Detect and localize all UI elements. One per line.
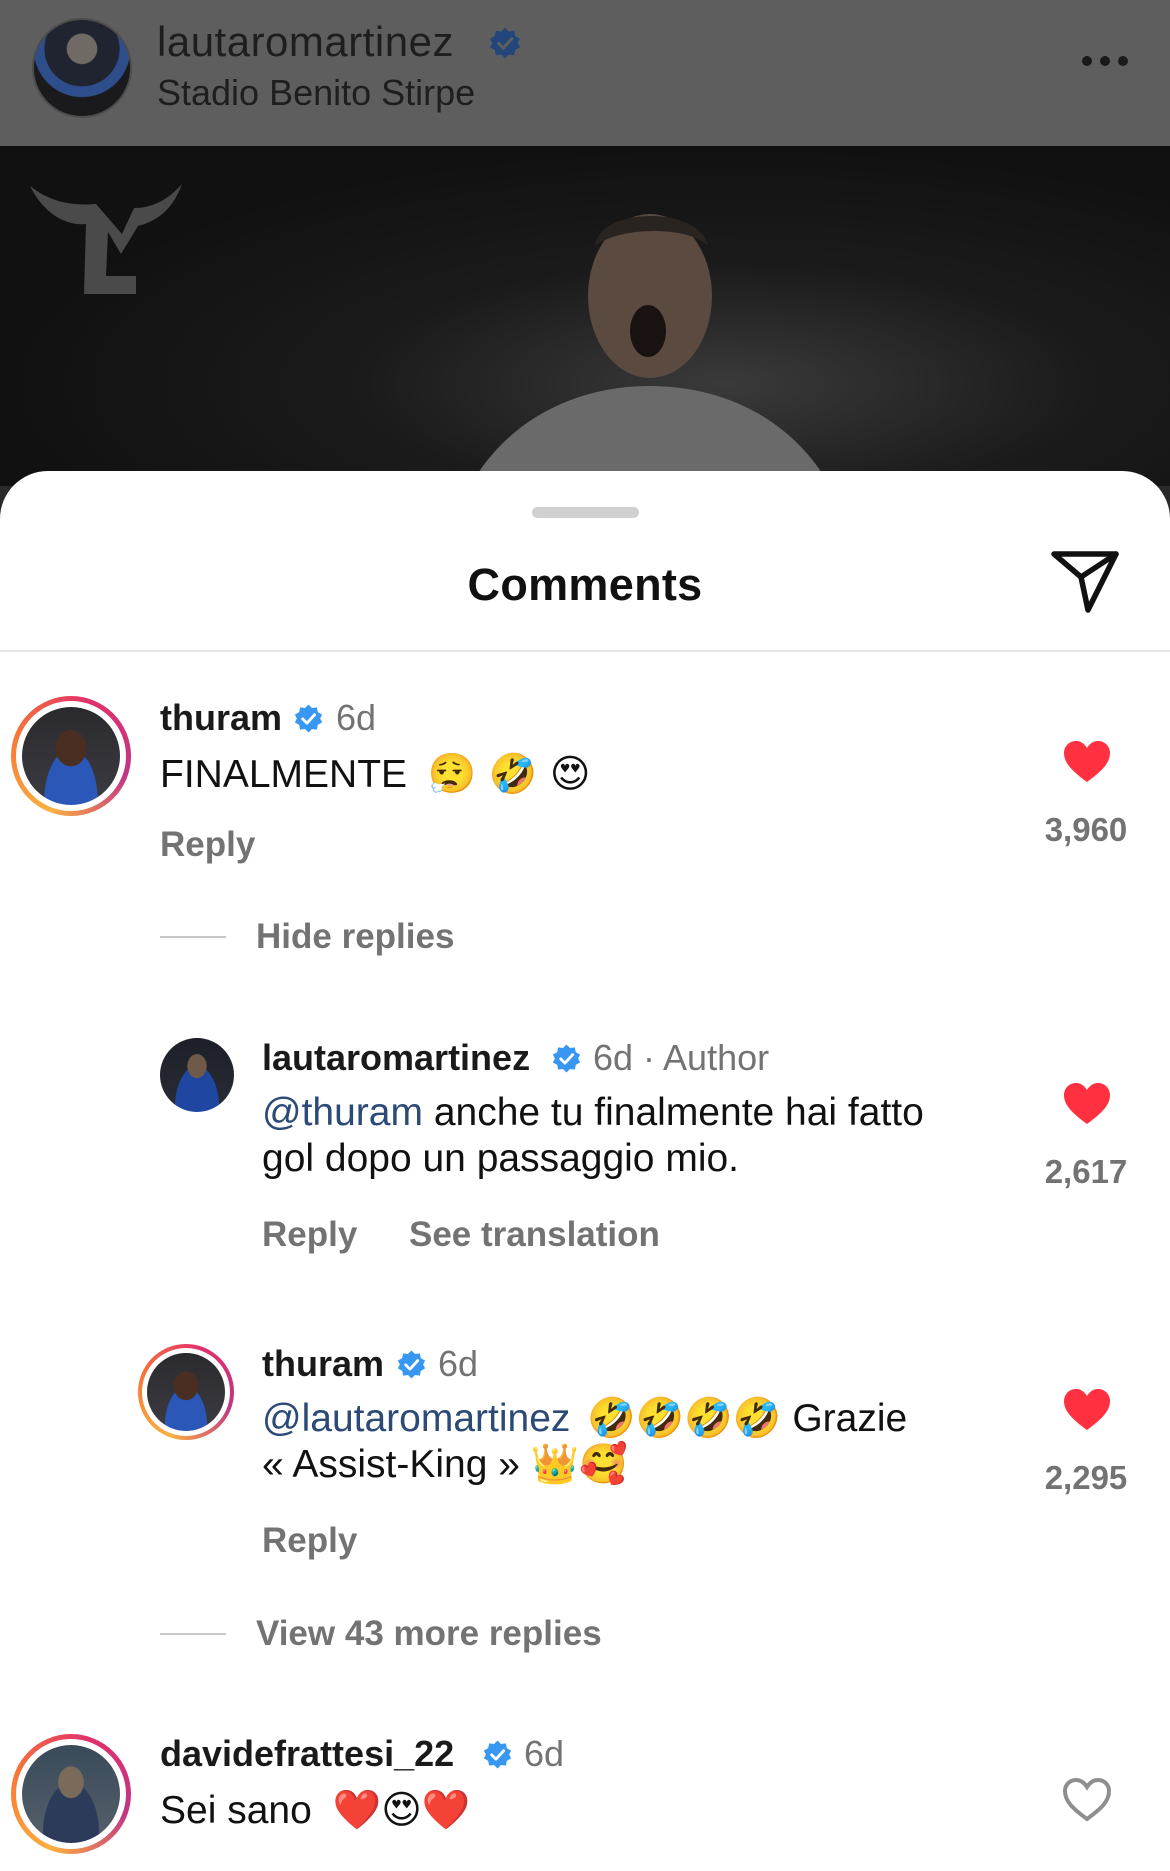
- reply-text-line1: @thuram anche tu finalmente hai fatto: [262, 1089, 924, 1136]
- post-image[interactable]: [0, 146, 1170, 486]
- story-ring[interactable]: [138, 1344, 234, 1440]
- more-options-icon[interactable]: [1082, 56, 1128, 68]
- comment-username[interactable]: davidefrattesi_22: [160, 1733, 454, 1775]
- post-author-username[interactable]: lautaromartinez: [157, 18, 454, 66]
- thuram-avatar[interactable]: [22, 707, 120, 805]
- post-location[interactable]: Stadio Benito Stirpe: [157, 72, 475, 114]
- reply-meta: 6d: [438, 1343, 479, 1384]
- verified-badge-icon: [552, 1044, 581, 1073]
- verified-badge-icon: [490, 27, 520, 59]
- davidefrattesi-avatar[interactable]: [22, 1745, 120, 1843]
- reply-username[interactable]: thuram: [262, 1343, 384, 1385]
- reply-text-body: Grazie: [781, 1397, 908, 1440]
- reply-meta: 6d · Author: [593, 1037, 770, 1078]
- comment-text-body: FINALMENTE: [160, 753, 408, 796]
- heart-filled-icon[interactable]: [1062, 739, 1112, 785]
- comments-sheet: Comments thuram 6d FINALMENTE 😮‍💨 🤣 😍 Re…: [0, 471, 1170, 1871]
- like-count: 2,617: [1044, 1153, 1128, 1190]
- comment-text: FINALMENTE 😮‍💨 🤣 😍: [160, 751, 590, 798]
- sheet-title: Comments: [467, 559, 703, 610]
- story-ring[interactable]: [11, 696, 131, 816]
- reply-button[interactable]: Reply: [160, 825, 255, 865]
- sheet-divider: [0, 650, 1170, 652]
- reply-emojis-line2: 👑🥰: [530, 1442, 628, 1487]
- reply-text-body: anche tu finalmente hai fatto: [422, 1091, 924, 1134]
- see-translation-button[interactable]: See translation: [409, 1215, 660, 1255]
- reply-text-line2: « Assist-King » 👑🥰: [262, 1441, 628, 1488]
- comment-emojis: 😮‍💨 🤣 😍: [427, 752, 591, 797]
- thread-line: [160, 936, 226, 938]
- reply-text-line2: gol dopo un passaggio mio.: [262, 1137, 740, 1180]
- thread-line: [160, 1633, 226, 1635]
- hide-replies-button[interactable]: Hide replies: [256, 917, 454, 957]
- like-count: 3,960: [1044, 811, 1128, 848]
- post-header: lautaromartinez Stadio Benito Stirpe: [0, 0, 1170, 146]
- lm-logo-icon: [30, 184, 182, 294]
- comment-text: Sei sano ❤️😍❤️: [160, 1787, 470, 1834]
- heart-outline-icon[interactable]: [1062, 1777, 1112, 1823]
- lautaromartinez-avatar[interactable]: [160, 1038, 234, 1112]
- reply-text-line1: @lautaromartinez 🤣🤣🤣🤣 Grazie: [262, 1395, 907, 1442]
- post-author-avatar[interactable]: [32, 18, 132, 118]
- comment-emojis: ❤️😍❤️: [332, 1788, 471, 1833]
- like-count: 2,295: [1044, 1459, 1128, 1496]
- reply-text-body-2: « Assist-King »: [262, 1443, 531, 1486]
- reply-button[interactable]: Reply: [262, 1215, 357, 1255]
- comment-time: 6d: [524, 1733, 565, 1774]
- reply-username[interactable]: lautaromartinez: [262, 1037, 530, 1079]
- reply-button[interactable]: Reply: [262, 1521, 357, 1561]
- story-ring[interactable]: [11, 1734, 131, 1854]
- mention-link[interactable]: @lautaromartinez: [262, 1397, 570, 1440]
- drag-handle[interactable]: [532, 507, 639, 518]
- comment-username[interactable]: thuram: [160, 697, 282, 739]
- heart-filled-icon[interactable]: [1062, 1387, 1112, 1433]
- mention-link[interactable]: @thuram: [262, 1091, 423, 1134]
- verified-badge-icon: [294, 704, 323, 733]
- verified-badge-icon: [397, 1350, 426, 1379]
- comment-time: 6d: [336, 697, 377, 738]
- thuram-avatar[interactable]: [147, 1353, 225, 1431]
- verified-badge-icon: [483, 1740, 512, 1769]
- view-more-replies-button[interactable]: View 43 more replies: [256, 1614, 602, 1654]
- player-silhouette-icon: [470, 214, 830, 486]
- heart-filled-icon[interactable]: [1062, 1081, 1112, 1127]
- reply-emojis-line1: 🤣🤣🤣🤣: [587, 1396, 782, 1441]
- comment-text-body: Sei sano: [160, 1789, 312, 1832]
- share-icon[interactable]: [1050, 549, 1120, 615]
